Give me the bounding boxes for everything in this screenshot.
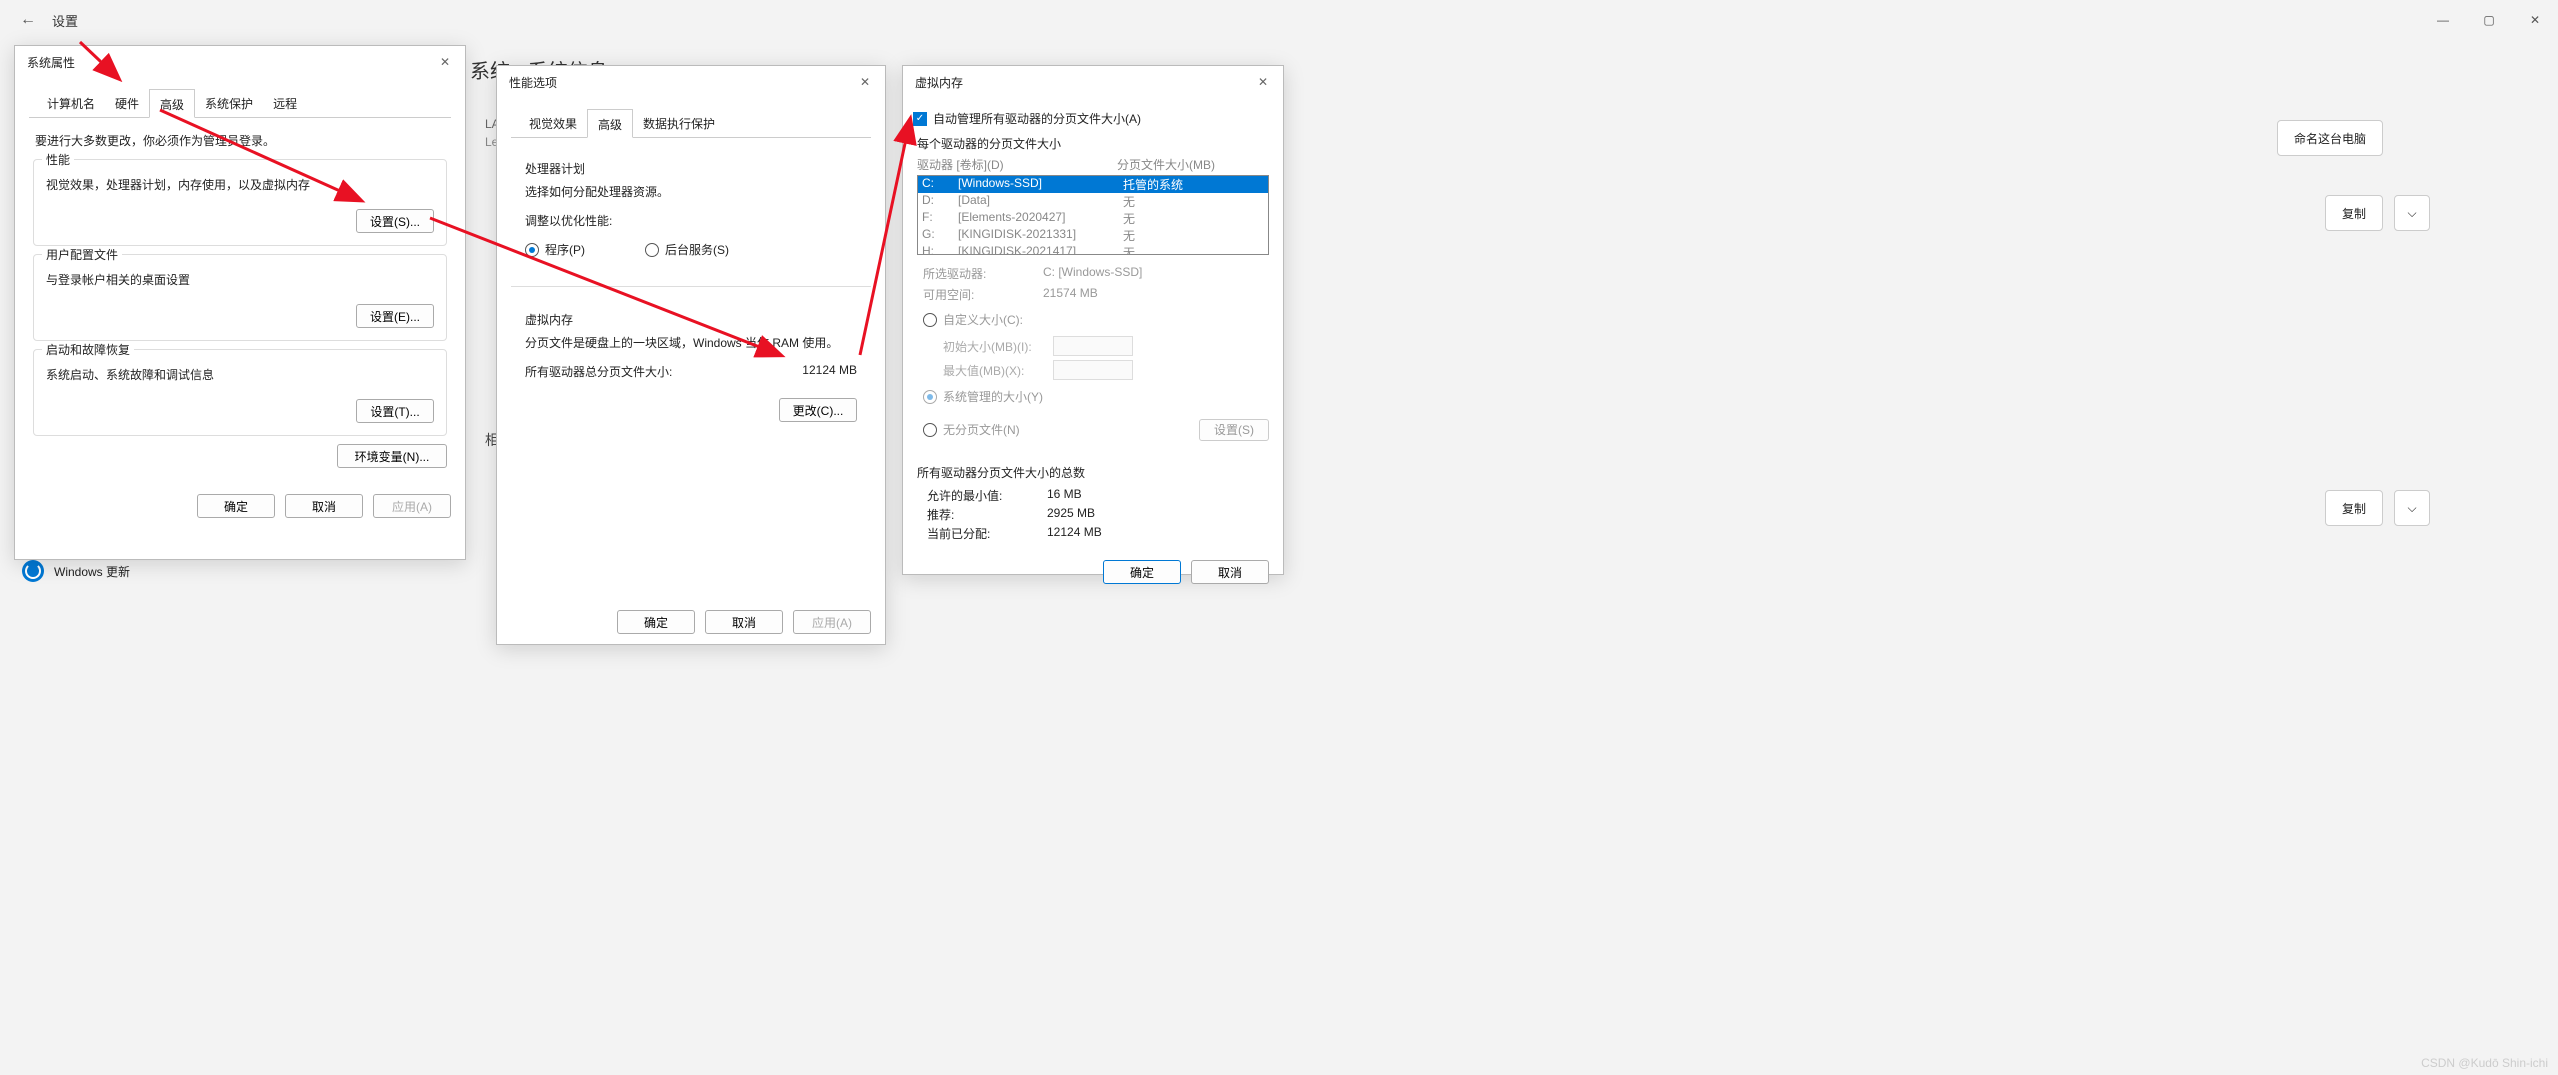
change-button[interactable]: 更改(C)... <box>779 398 857 422</box>
virtual-memory-title: 虚拟内存 <box>525 311 857 328</box>
max-size-input <box>1053 360 1133 380</box>
update-icon <box>22 560 44 582</box>
tab-system-protection[interactable]: 系统保护 <box>195 89 263 118</box>
table-row[interactable]: F: [Elements-2020427] 无 <box>918 210 1268 227</box>
rename-pc-button[interactable]: 命名这台电脑 <box>2277 120 2383 156</box>
tab-advanced[interactable]: 高级 <box>149 89 195 118</box>
available-space-value: 21574 MB <box>1043 286 1098 303</box>
auto-manage-label: 自动管理所有驱动器的分页文件大小(A) <box>933 110 1141 127</box>
rec-value: 2925 MB <box>1047 506 1095 523</box>
tab-advanced[interactable]: 高级 <box>587 109 633 138</box>
performance-group: 性能 视觉效果，处理器计划，内存使用，以及虚拟内存 设置(S)... <box>33 159 447 246</box>
available-space-label: 可用空间: <box>923 286 1043 303</box>
dialog-title: 虚拟内存 ✕ <box>903 66 1283 98</box>
minimize-icon[interactable]: — <box>2420 0 2466 40</box>
ok-button[interactable]: 确定 <box>1103 560 1181 584</box>
system-properties-dialog: 系统属性 ✕ 计算机名 硬件 高级 系统保护 远程 要进行大多数更改，你必须作为… <box>14 45 466 560</box>
close-icon[interactable]: ✕ <box>433 50 457 74</box>
ok-button[interactable]: 确定 <box>197 494 275 518</box>
initial-size-input <box>1053 336 1133 356</box>
apply-button[interactable]: 应用(A) <box>373 494 451 518</box>
radio-background-services[interactable]: 后台服务(S) <box>645 241 729 258</box>
virtual-memory-dialog: 虚拟内存 ✕ ✓ 自动管理所有驱动器的分页文件大小(A) 每个驱动器的分页文件大… <box>902 65 1284 575</box>
cur-value: 12124 MB <box>1047 525 1102 542</box>
max-size-label: 最大值(MB)(X): <box>943 362 1053 379</box>
tab-computer-name[interactable]: 计算机名 <box>37 89 105 118</box>
col-size: 分页文件大小(MB) <box>1117 156 1215 173</box>
table-row[interactable]: G: [KINGIDISK-2021331] 无 <box>918 227 1268 244</box>
startup-settings-button[interactable]: 设置(T)... <box>356 399 434 423</box>
tab-remote[interactable]: 远程 <box>263 89 307 118</box>
set-button: 设置(S) <box>1199 419 1269 441</box>
sidebar-item-label: Windows 更新 <box>54 563 130 580</box>
min-value: 16 MB <box>1047 487 1082 504</box>
admin-note: 要进行大多数更改，你必须作为管理员登录。 <box>35 132 445 149</box>
chevron-down-icon[interactable]: ⌵ <box>2394 490 2430 526</box>
totals-title: 所有驱动器分页文件大小的总数 <box>917 464 1269 481</box>
radio-icon <box>923 313 937 327</box>
radio-icon <box>923 423 937 437</box>
cancel-button[interactable]: 取消 <box>1191 560 1269 584</box>
table-row[interactable]: H: [KINGIDISK-2021417] 无 <box>918 244 1268 255</box>
settings-title: 设置 <box>52 11 78 30</box>
total-paging-label: 所有驱动器总分页文件大小: <box>525 363 672 380</box>
selected-drive-label: 所选驱动器: <box>923 265 1043 282</box>
auto-manage-checkbox[interactable]: ✓ <box>913 112 927 126</box>
user-profiles-group: 用户配置文件 与登录帐户相关的桌面设置 设置(E)... <box>33 254 447 341</box>
drive-list[interactable]: C: [Windows-SSD] 托管的系统 D: [Data] 无 F: [E… <box>917 175 1269 255</box>
radio-system-managed: 系统管理的大小(Y) <box>923 388 1263 405</box>
table-row[interactable]: D: [Data] 无 <box>918 193 1268 210</box>
startup-recovery-group: 启动和故障恢复 系统启动、系统故障和调试信息 设置(T)... <box>33 349 447 436</box>
rec-label: 推荐: <box>927 506 1047 523</box>
watermark: CSDN @Kudō Shin-ichi <box>2421 1056 2548 1070</box>
selected-drive-value: C: [Windows-SSD] <box>1043 265 1142 282</box>
cancel-button[interactable]: 取消 <box>705 610 783 634</box>
env-vars-button[interactable]: 环境变量(N)... <box>337 444 447 468</box>
radio-programs[interactable]: 程序(P) <box>525 241 585 258</box>
close-icon[interactable]: ✕ <box>853 70 877 94</box>
total-paging-value: 12124 MB <box>802 363 857 380</box>
back-icon[interactable]: ← <box>20 11 36 29</box>
close-icon[interactable]: ✕ <box>1251 70 1275 94</box>
radio-icon <box>645 243 659 257</box>
sidebar-item-windows-update[interactable]: Windows 更新 <box>22 560 130 582</box>
col-drive: 驱动器 [卷标](D) <box>917 156 1117 173</box>
dialog-title: 系统属性 ✕ <box>15 46 465 78</box>
cancel-button[interactable]: 取消 <box>285 494 363 518</box>
performance-settings-button[interactable]: 设置(S)... <box>356 209 434 233</box>
tab-dep[interactable]: 数据执行保护 <box>633 109 725 138</box>
tab-visual-effects[interactable]: 视觉效果 <box>519 109 587 138</box>
each-drive-label: 每个驱动器的分页文件大小 <box>917 135 1269 152</box>
tab-hardware[interactable]: 硬件 <box>105 89 149 118</box>
close-icon[interactable]: ✕ <box>2512 0 2558 40</box>
chevron-down-icon[interactable]: ⌵ <box>2394 195 2430 231</box>
processor-scheduling-title: 处理器计划 <box>525 160 857 177</box>
table-row[interactable]: C: [Windows-SSD] 托管的系统 <box>918 176 1268 193</box>
performance-options-dialog: 性能选项 ✕ 视觉效果 高级 数据执行保护 处理器计划 选择如何分配处理器资源。… <box>496 65 886 645</box>
apply-button[interactable]: 应用(A) <box>793 610 871 634</box>
dialog-title: 性能选项 ✕ <box>497 66 885 98</box>
window-controls: — ▢ ✕ <box>2420 0 2558 40</box>
initial-size-label: 初始大小(MB)(I): <box>943 338 1053 355</box>
cur-label: 当前已分配: <box>927 525 1047 542</box>
copy-button[interactable]: 复制 <box>2325 195 2383 231</box>
radio-icon <box>923 390 937 404</box>
radio-no-paging: 无分页文件(N) <box>923 421 1179 438</box>
ok-button[interactable]: 确定 <box>617 610 695 634</box>
settings-header: ← 设置 — ▢ ✕ <box>0 0 2558 40</box>
maximize-icon[interactable]: ▢ <box>2466 0 2512 40</box>
min-label: 允许的最小值: <box>927 487 1047 504</box>
radio-icon <box>525 243 539 257</box>
user-profile-settings-button[interactable]: 设置(E)... <box>356 304 434 328</box>
copy-button-2[interactable]: 复制 <box>2325 490 2383 526</box>
radio-custom-size: 自定义大小(C): <box>923 311 1263 328</box>
